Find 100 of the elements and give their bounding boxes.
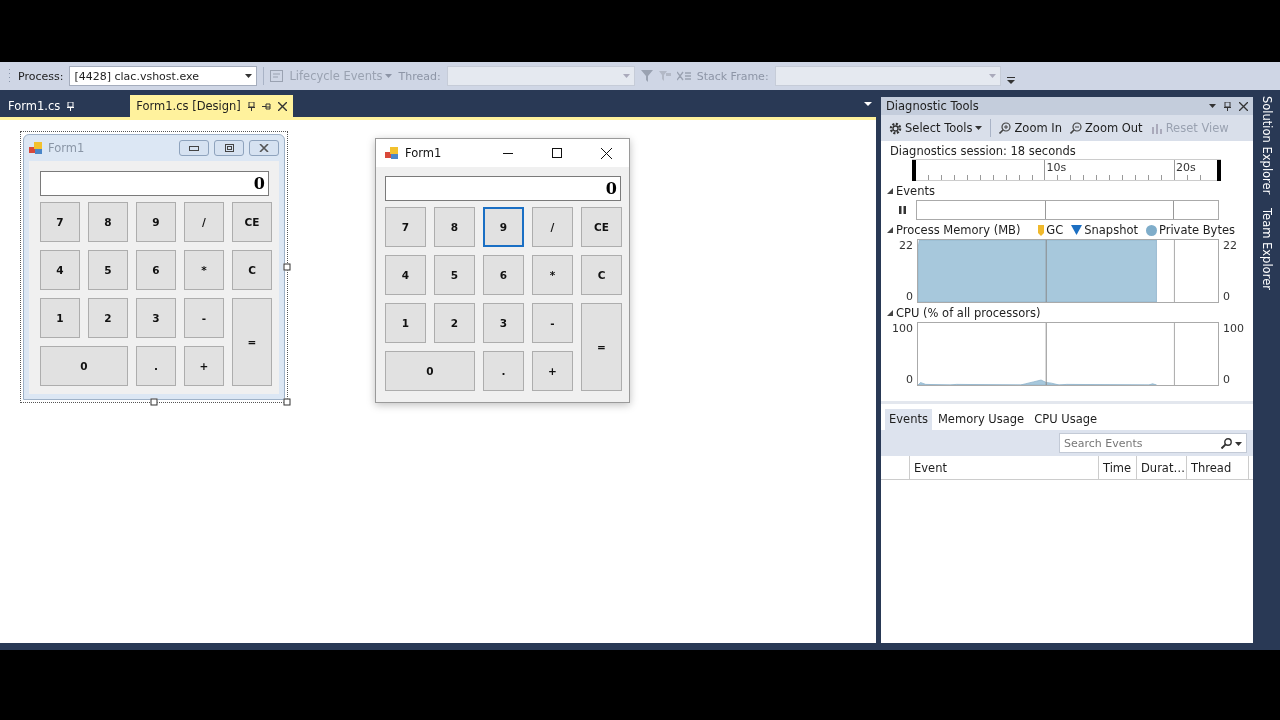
legend-label: Snapshot (1084, 223, 1138, 237)
axis-label: 22 (899, 239, 913, 252)
pause-icon[interactable] (899, 206, 906, 214)
expander-icon[interactable] (887, 310, 893, 316)
calculator-key[interactable]: 8 (88, 202, 128, 242)
document-tab[interactable]: Form1.cs (2, 95, 81, 117)
display-field[interactable]: 0 (385, 176, 621, 201)
zoom-out-icon (1069, 122, 1082, 134)
axis-label: 100 (892, 322, 913, 335)
calculator-key[interactable]: 7 (40, 202, 80, 242)
view-tab[interactable]: CPU Usage (1030, 409, 1102, 430)
caret-icon (1235, 441, 1242, 446)
toolbar-button[interactable]: Zoom Out (1069, 121, 1143, 135)
form-icon (385, 146, 399, 160)
calculator-key[interactable]: / (184, 202, 224, 242)
maximize-icon[interactable] (552, 148, 562, 158)
zoom-in-icon (999, 122, 1012, 134)
pin-icon[interactable] (247, 101, 255, 111)
calculator-key[interactable]: 5 (434, 255, 475, 295)
pin-icon[interactable] (67, 101, 75, 111)
resize-handle[interactable] (283, 263, 291, 271)
circle-icon (1145, 224, 1157, 236)
thread-label: Thread: (398, 69, 441, 83)
side-tab[interactable]: Solution Explorer (1259, 96, 1274, 195)
display-field[interactable]: 0 (40, 171, 269, 196)
column-header[interactable]: Durat… (1141, 460, 1185, 475)
column-header[interactable]: Time (1103, 460, 1132, 475)
maximize-button[interactable] (214, 140, 244, 156)
calculator-key[interactable]: * (532, 255, 573, 295)
calculator-key[interactable]: = (581, 303, 622, 391)
close-icon[interactable] (601, 147, 612, 159)
calculator-key[interactable]: . (136, 346, 176, 386)
close-icon[interactable] (277, 101, 287, 111)
overflow-icon[interactable] (1006, 77, 1015, 85)
calculator-key[interactable]: 5 (88, 250, 128, 290)
calculator-key[interactable]: 6 (483, 255, 524, 295)
calculator-key[interactable]: C (232, 250, 272, 290)
close-button[interactable] (249, 140, 279, 156)
calculator-key[interactable]: 2 (434, 303, 475, 343)
settings-icon (889, 121, 902, 135)
pin-icon[interactable] (261, 102, 271, 110)
calculator-key[interactable]: CE (581, 207, 622, 247)
form-icon (29, 141, 43, 155)
time-ruler[interactable]: 10s 20s (912, 159, 1221, 181)
expander-icon[interactable] (887, 188, 893, 194)
toolbar-button[interactable]: Zoom In (999, 121, 1062, 135)
pin-icon[interactable] (1224, 101, 1231, 111)
caret-icon (988, 74, 996, 78)
process-dropdown[interactable]: [4428] clac.vshost.exe (69, 66, 258, 86)
calculator-key[interactable]: + (532, 351, 573, 391)
section-title: CPU (% of all processors) (896, 306, 1041, 320)
column-header[interactable]: Event (914, 460, 947, 475)
calculator-key[interactable]: - (532, 303, 573, 343)
section-title: Process Memory (MB) (896, 223, 1021, 237)
view-tab[interactable]: Events (885, 409, 932, 430)
tab-label: Form1.cs (8, 99, 61, 113)
calculator-key[interactable]: 9 (483, 207, 524, 247)
calculator-key[interactable]: 2 (88, 298, 128, 338)
document-tab[interactable]: Form1.cs [Design] (130, 95, 293, 117)
calculator-key[interactable]: 4 (385, 255, 426, 295)
calculator-key[interactable]: - (184, 298, 224, 338)
calculator-key[interactable]: 1 (385, 303, 426, 343)
caret-icon (385, 74, 393, 78)
calculator-key[interactable]: / (532, 207, 573, 247)
designer-form[interactable]: Form1 0 7 8 9 / CE 4 5 6 * C 1 2 3 - = 0 . + (20, 131, 288, 403)
maximize-icon (224, 144, 234, 152)
resize-handle[interactable] (150, 398, 158, 406)
search-field[interactable]: Search Events (1059, 433, 1247, 453)
view-tab[interactable]: Memory Usage (933, 409, 1029, 430)
calculator-key[interactable]: * (184, 250, 224, 290)
minimize-button[interactable] (179, 140, 209, 156)
caret-icon (622, 74, 630, 78)
calculator-key[interactable]: 9 (136, 202, 176, 242)
calculator-key[interactable]: C (581, 255, 622, 295)
calculator-key[interactable]: 6 (136, 250, 176, 290)
resize-handle[interactable] (283, 398, 291, 406)
calculator-key[interactable]: 3 (136, 298, 176, 338)
axis-label: 100 (1223, 322, 1244, 335)
caret-icon (975, 126, 983, 130)
calculator-key[interactable]: 0 (40, 346, 128, 386)
axis-label: 0 (906, 373, 913, 386)
close-icon[interactable] (1239, 101, 1248, 111)
side-tab[interactable]: Team Explorer (1259, 208, 1274, 291)
calculator-key[interactable]: + (184, 346, 224, 386)
toolbar-button[interactable]: Select Tools (889, 121, 983, 135)
caret-icon[interactable] (864, 102, 872, 106)
ruler-label: 20s (1175, 161, 1196, 174)
calculator-key[interactable]: = (232, 298, 272, 386)
axis-label: 22 (1223, 239, 1237, 252)
calculator-key[interactable]: CE (232, 202, 272, 242)
triangle-icon (1071, 225, 1083, 235)
calculator-key[interactable]: 8 (434, 207, 475, 247)
calculator-key[interactable]: 1 (40, 298, 80, 338)
calculator-key[interactable]: . (483, 351, 524, 391)
calculator-key[interactable]: 7 (385, 207, 426, 247)
calculator-key[interactable]: 4 (40, 250, 80, 290)
expander-icon[interactable] (887, 227, 893, 233)
calculator-key[interactable]: 0 (385, 351, 475, 391)
column-header[interactable]: Thread (1191, 460, 1232, 475)
calculator-key[interactable]: 3 (483, 303, 524, 343)
